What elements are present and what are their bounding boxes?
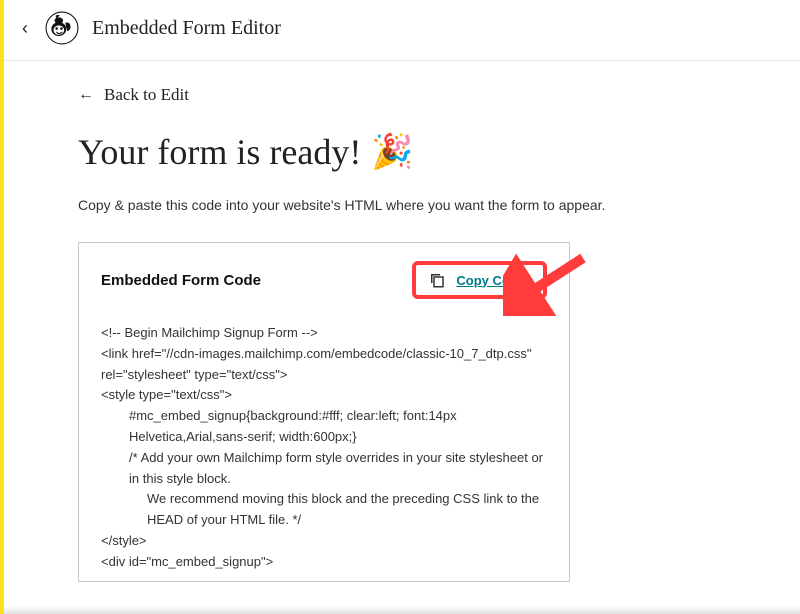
- copy-code-highlight: Copy Code: [412, 261, 547, 299]
- code-line: <style type="text/css">: [101, 387, 232, 402]
- copy-icon: [428, 271, 446, 289]
- page-title: Embedded Form Editor: [92, 17, 281, 40]
- code-card-label: Embedded Form Code: [101, 272, 261, 289]
- top-bar: ‹ Embedded Form Editor: [4, 0, 800, 61]
- code-line: #mc_embed_signup{background:#fff; clear:…: [101, 406, 547, 448]
- main-content: ← Back to Edit Your form is ready! 🎉 Cop…: [4, 61, 800, 582]
- code-line: <div id="mc_embed_signup">: [101, 554, 273, 569]
- copy-code-button[interactable]: Copy Code: [456, 273, 525, 288]
- ready-heading: Your form is ready! 🎉: [78, 131, 748, 173]
- code-line: <link href="//cdn-images.mailchimp.com/e…: [101, 346, 531, 382]
- code-line: We recommend moving this block and the p…: [101, 489, 547, 531]
- back-to-edit-label: Back to Edit: [104, 85, 189, 105]
- page-container: ‹ Embedded Form Editor ← Back to Edit Yo…: [4, 0, 800, 614]
- party-popper-icon: 🎉: [371, 132, 413, 172]
- code-line: </style>: [101, 533, 147, 548]
- back-arrow-icon: ←: [78, 86, 94, 104]
- code-line: /* Add your own Mailchimp form style ove…: [101, 448, 547, 490]
- code-snippet[interactable]: <!-- Begin Mailchimp Signup Form --> <li…: [101, 323, 547, 573]
- code-line: <!-- Begin Mailchimp Signup Form -->: [101, 325, 318, 340]
- mailchimp-logo-icon: [44, 10, 80, 46]
- back-to-edit-link[interactable]: ← Back to Edit: [78, 85, 748, 105]
- left-accent-stripe: [0, 0, 4, 614]
- embedded-code-card: Embedded Form Code Copy Code <!-- Begin …: [78, 242, 570, 582]
- instructions-text: Copy & paste this code into your website…: [78, 195, 618, 216]
- back-chevron-icon[interactable]: ‹: [18, 14, 32, 43]
- ready-heading-text: Your form is ready!: [78, 131, 361, 173]
- code-card-header: Embedded Form Code Copy Code: [101, 261, 547, 299]
